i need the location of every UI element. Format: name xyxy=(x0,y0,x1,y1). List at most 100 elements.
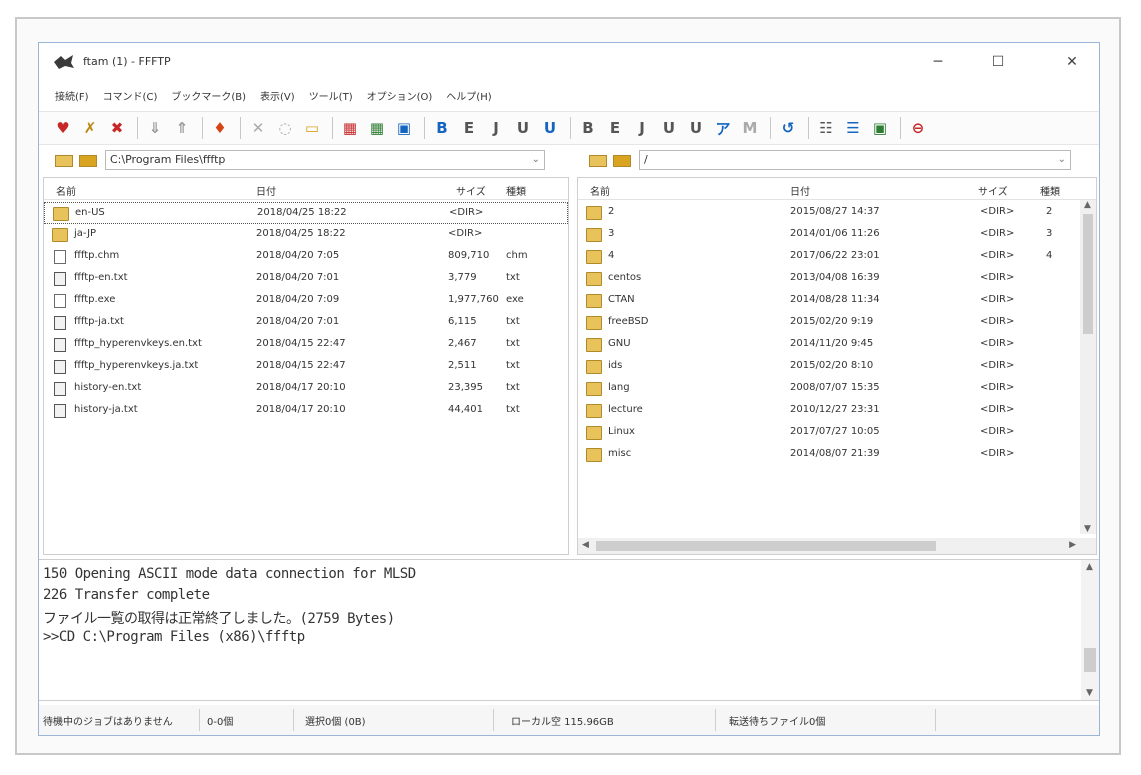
local-file-row[interactable]: history-en.txt 2018/04/17 20:10 23,395 txt xyxy=(44,378,568,400)
auto-mode-icon[interactable]: J xyxy=(484,116,508,140)
disconnect-icon[interactable]: ✖ xyxy=(105,116,129,140)
local-file-list[interactable]: 名前 日付 サイズ 種類 en-US 2018/04/25 18:22 <DIR> j… xyxy=(43,177,569,555)
remote-col-date[interactable]: 日付 xyxy=(790,183,810,198)
menu-item-6[interactable]: ヘルプ(H) xyxy=(446,88,491,103)
remote-col-size[interactable]: サイズ xyxy=(978,183,1008,198)
file-size: 23,395 xyxy=(448,382,483,393)
remote-col-type[interactable]: 種類 xyxy=(1040,183,1060,198)
local-col-name[interactable]: 名前 xyxy=(56,183,76,198)
remote-file-row[interactable]: ids 2015/02/20 8:10 <DIR> xyxy=(578,356,1096,378)
mkdir-icon[interactable]: ▭ xyxy=(300,116,324,140)
file-icon xyxy=(54,294,66,308)
rename-icon[interactable]: ◌ xyxy=(273,116,297,140)
local-file-row[interactable]: en-US 2018/04/25 18:22 <DIR> xyxy=(44,202,568,224)
remote-horizontal-scrollbar[interactable]: ◀ ▶ xyxy=(578,538,1096,554)
connect-icon[interactable]: ♥ xyxy=(51,116,75,140)
mirror-icon[interactable]: ▣ xyxy=(392,116,416,140)
quick-connect-icon[interactable]: ✗ xyxy=(78,116,102,140)
remote-file-row[interactable]: Linux 2017/07/27 10:05 <DIR> xyxy=(578,422,1096,444)
file-name: freeBSD xyxy=(608,316,649,327)
scroll-right-icon[interactable]: ▶ xyxy=(1069,540,1076,550)
remote-file-row[interactable]: lang 2008/07/07 15:35 <DIR> xyxy=(578,378,1096,400)
delete-icon[interactable]: ✕ xyxy=(246,116,270,140)
local-file-row[interactable]: ffftp_hyperenvkeys.ja.txt 2018/04/15 22:4… xyxy=(44,356,568,378)
stop-icon[interactable]: ⊖ xyxy=(906,116,930,140)
local-file-row[interactable]: ffftp_hyperenvkeys.en.txt 2018/04/15 22:4… xyxy=(44,334,568,356)
menu-item-1[interactable]: コマンド(C) xyxy=(103,88,158,103)
log-vertical-scrollbar[interactable]: ▲ ▼ xyxy=(1081,560,1099,700)
remote-file-row[interactable]: centos 2013/04/08 16:39 <DIR> xyxy=(578,268,1096,290)
host-jis-icon[interactable]: J xyxy=(630,116,654,140)
remote-file-row[interactable]: CTAN 2014/08/28 11:34 <DIR> xyxy=(578,290,1096,312)
local-col-type[interactable]: 種類 xyxy=(506,183,526,198)
title-bar[interactable]: ftam (1) - FFFTP ─ ☐ ✕ xyxy=(39,43,1099,81)
scroll-up-icon[interactable]: ▲ xyxy=(1086,562,1093,572)
scroll-down-icon[interactable]: ▼ xyxy=(1086,688,1093,698)
menu-item-2[interactable]: ブックマーク(B) xyxy=(171,88,246,103)
status-divider xyxy=(293,709,294,731)
bin-mode-icon[interactable]: B xyxy=(430,116,454,140)
local-file-row[interactable]: ffftp.exe 2018/04/20 7:09 1,977,760 exe xyxy=(44,290,568,312)
host-utf8-icon[interactable]: U xyxy=(684,116,708,140)
refresh-icon[interactable]: ↺ xyxy=(776,116,800,140)
menu-item-4[interactable]: ツール(T) xyxy=(309,88,353,103)
file-date: 2013/04/08 16:39 xyxy=(790,272,880,283)
remote-path-input[interactable]: / ⌄ xyxy=(639,150,1071,170)
kanji-utf8-icon[interactable]: U xyxy=(511,116,535,140)
local-col-size[interactable]: サイズ xyxy=(456,183,486,198)
remote-file-row[interactable]: 2 2015/08/27 14:37 <DIR> 2 xyxy=(578,202,1096,224)
local-col-date[interactable]: 日付 xyxy=(256,183,276,198)
sync-icon[interactable]: ▦ xyxy=(338,116,362,140)
menu-item-0[interactable]: 接続(F) xyxy=(55,88,89,103)
local-path-input[interactable]: C:\Program Files\ffftp ⌄ xyxy=(105,150,545,170)
home-icon[interactable]: ♦ xyxy=(208,116,232,140)
remote-hscroll-thumb[interactable] xyxy=(596,541,936,551)
remote-file-list[interactable]: 名前 日付 サイズ 種類 ▲ ▼ ◀ ▶ 2 2015/08/27 14:37 <D… xyxy=(577,177,1097,555)
compare-icon[interactable]: ▦ xyxy=(365,116,389,140)
scroll-down-icon[interactable]: ▼ xyxy=(1084,524,1091,534)
remote-file-row[interactable]: misc 2014/08/07 21:39 <DIR> xyxy=(578,444,1096,466)
remote-parent-folder-icon[interactable] xyxy=(587,151,609,169)
host-euc-icon[interactable]: E xyxy=(603,116,627,140)
local-file-row[interactable]: ffftp-en.txt 2018/04/20 7:01 3,779 txt xyxy=(44,268,568,290)
remote-file-row[interactable]: 3 2014/01/06 11:26 <DIR> 3 xyxy=(578,224,1096,246)
file-name: ffftp.exe xyxy=(74,294,116,305)
close-button[interactable]: ✕ xyxy=(1057,51,1087,73)
local-parent-folder-icon[interactable] xyxy=(53,151,75,169)
upload-icon[interactable]: ⇑ xyxy=(170,116,194,140)
remote-col-name[interactable]: 名前 xyxy=(590,183,610,198)
local-file-row[interactable]: ffftp-ja.txt 2018/04/20 7:01 6,115 txt xyxy=(44,312,568,334)
file-date: 2014/11/20 9:45 xyxy=(790,338,874,349)
remote-file-row[interactable]: lecture 2010/12/27 23:31 <DIR> xyxy=(578,400,1096,422)
ffftp-app-icon xyxy=(54,55,74,69)
menu-item-3[interactable]: 表示(V) xyxy=(260,88,295,103)
host-bin-icon[interactable]: B xyxy=(576,116,600,140)
menu-item-5[interactable]: オプション(O) xyxy=(367,88,433,103)
local-open-folder-icon[interactable] xyxy=(77,151,99,169)
host-utf-icon[interactable]: U xyxy=(657,116,681,140)
remote-open-folder-icon[interactable] xyxy=(611,151,633,169)
kana-icon[interactable]: ア xyxy=(711,116,735,140)
remote-file-row[interactable]: 4 2017/06/22 23:01 <DIR> 4 xyxy=(578,246,1096,268)
detail-view-icon[interactable]: ☰ xyxy=(841,116,865,140)
log-vscroll-thumb[interactable] xyxy=(1084,648,1096,672)
nothing-icon[interactable]: M xyxy=(738,116,762,140)
ascii-mode-icon[interactable]: E xyxy=(457,116,481,140)
scroll-left-icon[interactable]: ◀ xyxy=(582,540,589,550)
message-log[interactable]: ▲ ▼ 150 Opening ASCII mode data connecti… xyxy=(39,559,1099,701)
file-size: <DIR> xyxy=(980,294,1015,305)
local-file-row[interactable]: history-ja.txt 2018/04/17 20:10 44,401 txt xyxy=(44,400,568,422)
file-date: 2015/08/27 14:37 xyxy=(790,206,880,217)
queue-icon[interactable]: ▣ xyxy=(868,116,892,140)
local-file-row[interactable]: ja-JP 2018/04/25 18:22 <DIR> xyxy=(44,224,568,246)
chevron-down-icon[interactable]: ⌄ xyxy=(1058,151,1066,169)
maximize-button[interactable]: ☐ xyxy=(983,51,1013,73)
chevron-down-icon[interactable]: ⌄ xyxy=(532,151,540,169)
minimize-button[interactable]: ─ xyxy=(923,51,953,73)
kanji-jis-icon[interactable]: U xyxy=(538,116,562,140)
download-icon[interactable]: ⇓ xyxy=(143,116,167,140)
local-file-row[interactable]: ffftp.chm 2018/04/20 7:05 809,710 chm xyxy=(44,246,568,268)
list-view-icon[interactable]: ☷ xyxy=(814,116,838,140)
remote-file-row[interactable]: GNU 2014/11/20 9:45 <DIR> xyxy=(578,334,1096,356)
remote-file-row[interactable]: freeBSD 2015/02/20 9:19 <DIR> xyxy=(578,312,1096,334)
